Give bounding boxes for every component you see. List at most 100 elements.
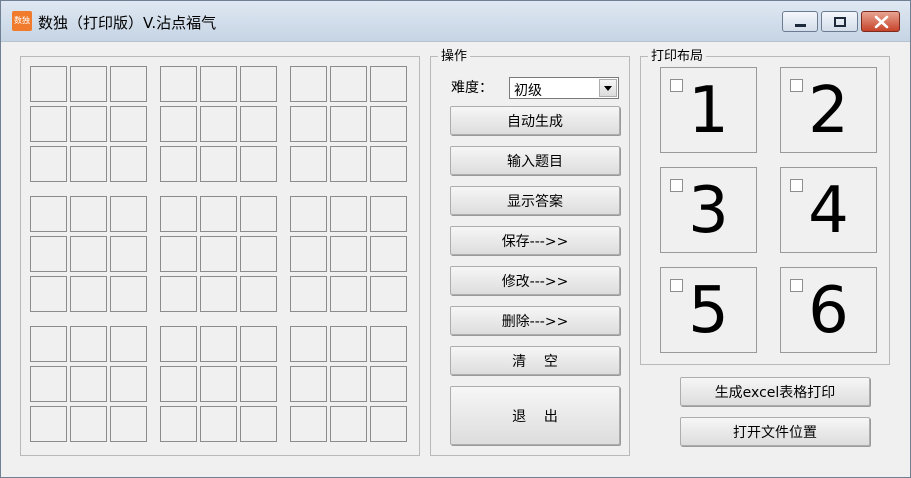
sudoku-cell[interactable] xyxy=(240,106,277,142)
sudoku-cell[interactable] xyxy=(330,406,367,442)
sudoku-cell[interactable] xyxy=(70,66,107,102)
sudoku-cell[interactable] xyxy=(200,326,237,362)
sudoku-cell[interactable] xyxy=(30,146,67,182)
sudoku-cell[interactable] xyxy=(110,366,147,402)
sudoku-cell[interactable] xyxy=(370,406,407,442)
sudoku-cell[interactable] xyxy=(290,276,327,312)
title-bar[interactable]: 数独 数独（打印版）V.沾点福气 xyxy=(1,1,910,42)
sudoku-cell[interactable] xyxy=(200,196,237,232)
print-slot-2[interactable]: 2 xyxy=(780,67,877,153)
sudoku-cell[interactable] xyxy=(290,326,327,362)
sudoku-cell[interactable] xyxy=(160,106,197,142)
sudoku-cell[interactable] xyxy=(370,106,407,142)
sudoku-cell[interactable] xyxy=(240,276,277,312)
sudoku-cell[interactable] xyxy=(160,146,197,182)
sudoku-cell[interactable] xyxy=(330,196,367,232)
sudoku-cell[interactable] xyxy=(240,66,277,102)
sudoku-cell[interactable] xyxy=(370,326,407,362)
sudoku-cell[interactable] xyxy=(200,66,237,102)
sudoku-cell[interactable] xyxy=(30,366,67,402)
sudoku-cell[interactable] xyxy=(70,276,107,312)
sudoku-cell[interactable] xyxy=(370,196,407,232)
sudoku-cell[interactable] xyxy=(290,106,327,142)
sudoku-cell[interactable] xyxy=(290,366,327,402)
sudoku-cell[interactable] xyxy=(160,366,197,402)
maximize-button[interactable] xyxy=(821,11,858,32)
sudoku-cell[interactable] xyxy=(30,276,67,312)
input-puzzle-button[interactable]: 输入题目 xyxy=(450,146,620,175)
sudoku-cell[interactable] xyxy=(200,236,237,272)
sudoku-cell[interactable] xyxy=(110,276,147,312)
sudoku-cell[interactable] xyxy=(290,146,327,182)
auto-generate-button[interactable]: 自动生成 xyxy=(450,106,620,135)
sudoku-cell[interactable] xyxy=(200,366,237,402)
sudoku-cell[interactable] xyxy=(330,146,367,182)
sudoku-cell[interactable] xyxy=(370,146,407,182)
exit-button[interactable]: 退 出 xyxy=(450,386,620,445)
sudoku-cell[interactable] xyxy=(330,236,367,272)
sudoku-cell[interactable] xyxy=(110,146,147,182)
save-button[interactable]: 保存--->> xyxy=(450,226,620,255)
sudoku-cell[interactable] xyxy=(370,236,407,272)
print-slot-1[interactable]: 1 xyxy=(660,67,757,153)
sudoku-cell[interactable] xyxy=(70,366,107,402)
print-slot-6[interactable]: 6 xyxy=(780,267,877,353)
sudoku-cell[interactable] xyxy=(200,276,237,312)
sudoku-cell[interactable] xyxy=(330,276,367,312)
sudoku-cell[interactable] xyxy=(160,66,197,102)
sudoku-cell[interactable] xyxy=(30,196,67,232)
sudoku-cell[interactable] xyxy=(240,366,277,402)
sudoku-cell[interactable] xyxy=(160,196,197,232)
print-slot-3[interactable]: 3 xyxy=(660,167,757,253)
sudoku-cell[interactable] xyxy=(110,196,147,232)
difficulty-select[interactable]: 初级 xyxy=(509,77,619,99)
sudoku-cell[interactable] xyxy=(30,106,67,142)
sudoku-cell[interactable] xyxy=(200,406,237,442)
minimize-button[interactable] xyxy=(782,11,818,32)
sudoku-cell[interactable] xyxy=(110,66,147,102)
sudoku-cell[interactable] xyxy=(240,146,277,182)
sudoku-cell[interactable] xyxy=(160,406,197,442)
sudoku-cell[interactable] xyxy=(70,326,107,362)
sudoku-cell[interactable] xyxy=(30,66,67,102)
sudoku-cell[interactable] xyxy=(70,106,107,142)
sudoku-cell[interactable] xyxy=(110,326,147,362)
sudoku-cell[interactable] xyxy=(240,326,277,362)
sudoku-cell[interactable] xyxy=(330,326,367,362)
print-slot-5[interactable]: 5 xyxy=(660,267,757,353)
modify-button[interactable]: 修改--->> xyxy=(450,266,620,295)
clear-button[interactable]: 清 空 xyxy=(450,346,620,375)
generate-excel-button[interactable]: 生成excel表格打印 xyxy=(680,377,870,406)
sudoku-cell[interactable] xyxy=(70,406,107,442)
sudoku-cell[interactable] xyxy=(70,196,107,232)
sudoku-cell[interactable] xyxy=(160,326,197,362)
sudoku-cell[interactable] xyxy=(160,276,197,312)
sudoku-cell[interactable] xyxy=(330,366,367,402)
sudoku-cell[interactable] xyxy=(160,236,197,272)
sudoku-cell[interactable] xyxy=(290,236,327,272)
sudoku-cell[interactable] xyxy=(370,66,407,102)
sudoku-cell[interactable] xyxy=(110,406,147,442)
sudoku-cell[interactable] xyxy=(200,106,237,142)
sudoku-cell[interactable] xyxy=(30,326,67,362)
sudoku-cell[interactable] xyxy=(370,276,407,312)
sudoku-cell[interactable] xyxy=(290,66,327,102)
dropdown-button[interactable] xyxy=(599,79,617,97)
sudoku-cell[interactable] xyxy=(200,146,237,182)
sudoku-cell[interactable] xyxy=(110,106,147,142)
sudoku-cell[interactable] xyxy=(240,236,277,272)
close-button[interactable] xyxy=(861,11,900,32)
open-file-location-button[interactable]: 打开文件位置 xyxy=(680,417,870,446)
sudoku-cell[interactable] xyxy=(290,406,327,442)
delete-button[interactable]: 删除--->> xyxy=(450,306,620,335)
sudoku-cell[interactable] xyxy=(30,236,67,272)
sudoku-cell[interactable] xyxy=(110,236,147,272)
sudoku-cell[interactable] xyxy=(70,236,107,272)
sudoku-cell[interactable] xyxy=(370,366,407,402)
print-slot-4[interactable]: 4 xyxy=(780,167,877,253)
sudoku-cell[interactable] xyxy=(240,406,277,442)
sudoku-cell[interactable] xyxy=(330,106,367,142)
sudoku-cell[interactable] xyxy=(240,196,277,232)
show-answer-button[interactable]: 显示答案 xyxy=(450,186,620,215)
sudoku-cell[interactable] xyxy=(30,406,67,442)
